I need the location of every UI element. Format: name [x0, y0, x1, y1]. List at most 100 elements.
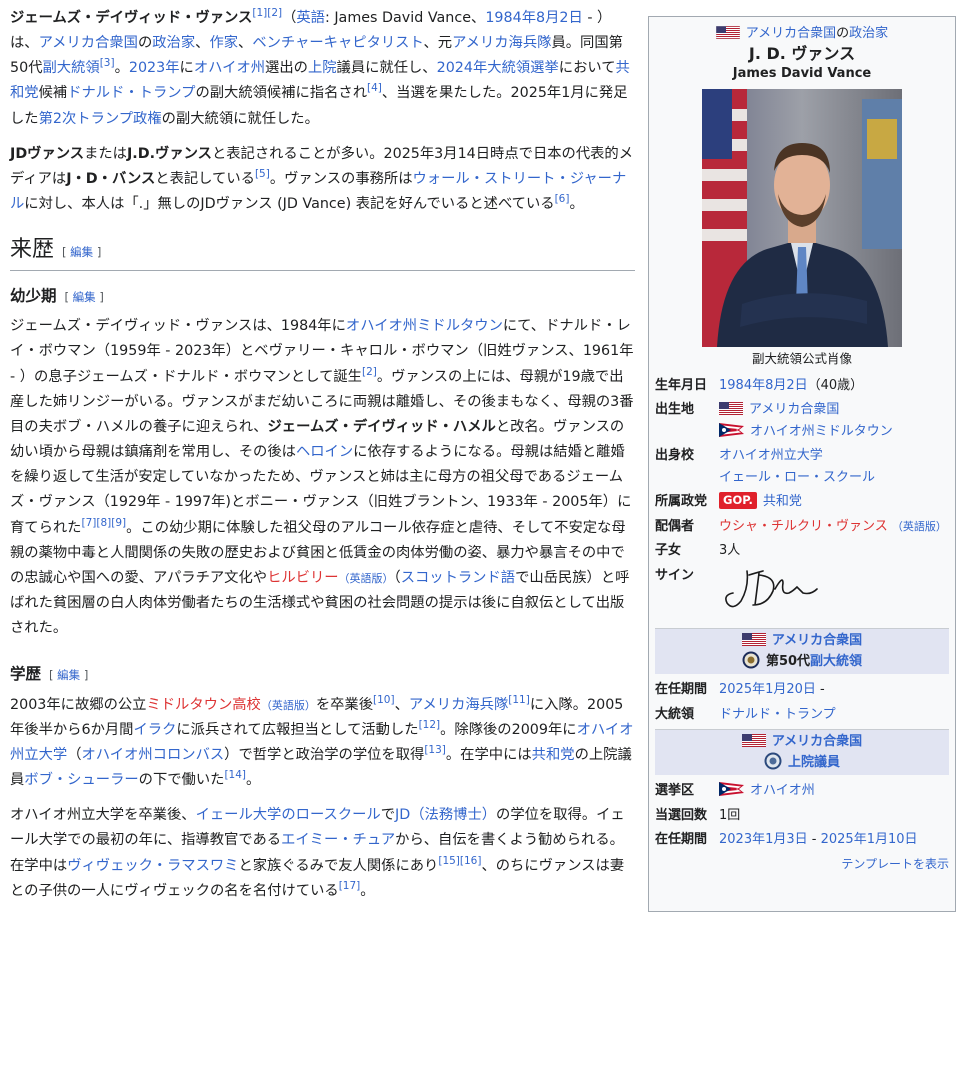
signature-image[interactable] — [719, 565, 829, 613]
english-link[interactable]: 英語 — [296, 10, 325, 26]
text: 。除隊後の2009年に — [440, 721, 577, 738]
venture-capitalist-link[interactable]: ベンチャーキャピタリスト — [252, 35, 423, 51]
trump-link[interactable]: ドナルド・トランプ — [719, 707, 836, 722]
senator-link[interactable]: 上院議員 — [788, 755, 840, 770]
election-2024-link[interactable]: 2024年大統領選挙 — [437, 60, 559, 76]
section-title: 来歴 — [10, 237, 55, 263]
ohio-link[interactable]: オハイオ州 — [194, 60, 265, 76]
senate-link[interactable]: 上院 — [308, 60, 337, 76]
english-version-link[interactable]: （英語版） — [892, 520, 947, 533]
ref-link[interactable]: [10] — [373, 694, 395, 706]
year-2023-link[interactable]: 2023年 — [129, 60, 180, 76]
term-end-link[interactable]: 2025年1月10日 — [821, 832, 918, 847]
ohio-flag-icon — [719, 422, 744, 437]
middletown-link[interactable]: オハイオ州ミドルタウン — [346, 318, 503, 334]
text: 。 — [569, 196, 584, 213]
trump-administration-link[interactable]: 第2次トランプ政権 — [39, 111, 162, 127]
ref-link[interactable]: [2] — [362, 366, 377, 378]
spouse-link[interactable]: ウシャ・チルクリ・ヴァンス — [719, 519, 888, 534]
vice-president-link[interactable]: 副大統領 — [43, 60, 100, 76]
row-label: 子女 — [655, 543, 682, 559]
text: ）で哲学と政治学の学位を取得 — [224, 746, 425, 763]
term-start-link[interactable]: 2023年1月3日 — [719, 832, 808, 847]
infobox-row-birthdate: 生年月日 1984年8月2日（40歳） — [649, 374, 955, 398]
article-subject-name: ジェームズ・デイヴィッド・ヴァンス — [10, 10, 253, 26]
ohio-flag-icon — [719, 782, 744, 797]
edit-link[interactable]: 編集 — [57, 668, 80, 682]
country-link[interactable]: アメリカ合衆国 — [746, 26, 836, 41]
template-footer: テンプレートを表示 — [649, 853, 955, 875]
ref-link[interactable]: [1][2] — [252, 7, 282, 19]
row-label: 大統領 — [655, 706, 695, 722]
infobox: アメリカ合衆国の政治家 J. D. ヴァンス James David Vance… — [648, 16, 956, 912]
english-version-link[interactable]: （英語版） — [339, 572, 394, 585]
row-value: 1回 — [719, 807, 741, 823]
scots-link[interactable]: スコットランド語 — [401, 570, 515, 586]
ref-link[interactable]: [17] — [339, 880, 361, 892]
schuler-link[interactable]: ボブ・シューラー — [24, 772, 138, 788]
vice-president-link[interactable]: 副大統領 — [810, 654, 862, 669]
edit-link[interactable]: 編集 — [70, 245, 93, 259]
role-link[interactable]: 政治家 — [849, 26, 888, 41]
republican-party-link[interactable]: 共和党 — [763, 494, 802, 509]
row-label: 所属政党 — [655, 494, 708, 510]
infobox-row-district: 選挙区 オハイオ州 — [649, 779, 955, 803]
birthdate-link[interactable]: 1984年8月2日 — [719, 378, 808, 393]
section-heading-career: 来歴 [ 編集 ] — [10, 235, 635, 272]
usa-link[interactable]: アメリカ合衆国 — [39, 35, 138, 51]
vivek-link[interactable]: ヴィヴェック・ラマスワミ — [67, 858, 238, 874]
infobox-row-president: 大統領 ドナルド・トランプ — [649, 703, 955, 727]
text: の — [137, 35, 153, 52]
ref-link[interactable]: [13] — [424, 744, 446, 756]
ref-link[interactable]: [14] — [224, 769, 246, 781]
office-band-senate: アメリカ合衆国 上院議員 — [655, 729, 949, 776]
iraq-link[interactable]: イラク — [133, 722, 176, 738]
city-link[interactable]: オハイオ州ミドルタウン — [750, 424, 893, 439]
english-version-link[interactable]: （英語版） — [261, 699, 316, 712]
republican-party-link[interactable]: 共和党 — [532, 747, 575, 763]
ref-link[interactable]: [6] — [555, 193, 570, 205]
infobox-row-elected: 当選回数 1回 — [649, 804, 955, 828]
infobox-row-school: 出身校 オハイオ州立大学 イェール・ロー・スクール — [649, 444, 955, 490]
text: 、元 — [423, 35, 453, 52]
show-template-link[interactable]: テンプレートを表示 — [841, 857, 949, 871]
term-start-link[interactable]: 2025年1月20日 — [719, 682, 816, 697]
middletown-high-link[interactable]: ミドルタウン高校 — [146, 697, 260, 713]
portrait-caption: 副大統領公式肖像 — [751, 351, 852, 367]
hillbilly-link[interactable]: ヒルビリー — [267, 570, 338, 586]
row-label: 出生地 — [655, 402, 695, 418]
birthdate-link[interactable]: 1984年8月2日 — [485, 10, 582, 26]
yale-law-link[interactable]: イェール大学のロースクール — [196, 807, 381, 823]
ref-link[interactable]: [3] — [100, 58, 115, 70]
country-link[interactable]: アメリカ合衆国 — [772, 633, 862, 648]
country-link[interactable]: アメリカ合衆国 — [772, 734, 862, 749]
ohio-link[interactable]: オハイオ州 — [750, 783, 815, 798]
ref-link[interactable]: [5] — [255, 168, 270, 180]
birthplace-country: アメリカ合衆国 — [719, 399, 951, 420]
writer-link[interactable]: 作家 — [209, 35, 238, 51]
trump-link[interactable]: ドナルド・トランプ — [67, 85, 195, 101]
infobox-row-signature: サイン — [649, 564, 955, 622]
columbus-link[interactable]: オハイオ州コロンバス — [81, 747, 224, 763]
row-value: GOP. 共和党 — [715, 490, 955, 514]
row-label: 在任期間 — [655, 832, 708, 848]
childhood-paragraph: ジェームズ・デイヴィッド・ヴァンスは、1984年にオハイオ州ミドルタウンにて、ド… — [10, 314, 635, 641]
usmc-link[interactable]: アメリカ海兵隊 — [409, 697, 508, 713]
amy-chua-link[interactable]: エイミー・チュア — [281, 832, 395, 848]
ref-link[interactable]: [7][8][9] — [81, 517, 126, 529]
country-link[interactable]: アメリカ合衆国 — [749, 402, 839, 417]
text: 。 — [360, 882, 375, 899]
marines-link[interactable]: アメリカ海兵隊 — [452, 35, 551, 51]
ref-link[interactable]: [15][16] — [438, 855, 481, 867]
politician-link[interactable]: 政治家 — [152, 35, 195, 51]
jd-link[interactable]: JD（法務博士） — [395, 807, 496, 823]
osu-link[interactable]: オハイオ州立大学 — [719, 448, 823, 463]
heroin-link[interactable]: ヘロイン — [296, 444, 353, 460]
yale-law-link[interactable]: イェール・ロー・スクール — [719, 470, 875, 485]
bracket: [ — [64, 290, 73, 305]
ref-link[interactable]: [11] — [508, 694, 530, 706]
edit-link[interactable]: 編集 — [73, 290, 96, 304]
portrait-image[interactable] — [702, 89, 902, 348]
ref-link[interactable]: [12] — [419, 719, 441, 731]
ref-link[interactable]: [4] — [367, 83, 382, 95]
